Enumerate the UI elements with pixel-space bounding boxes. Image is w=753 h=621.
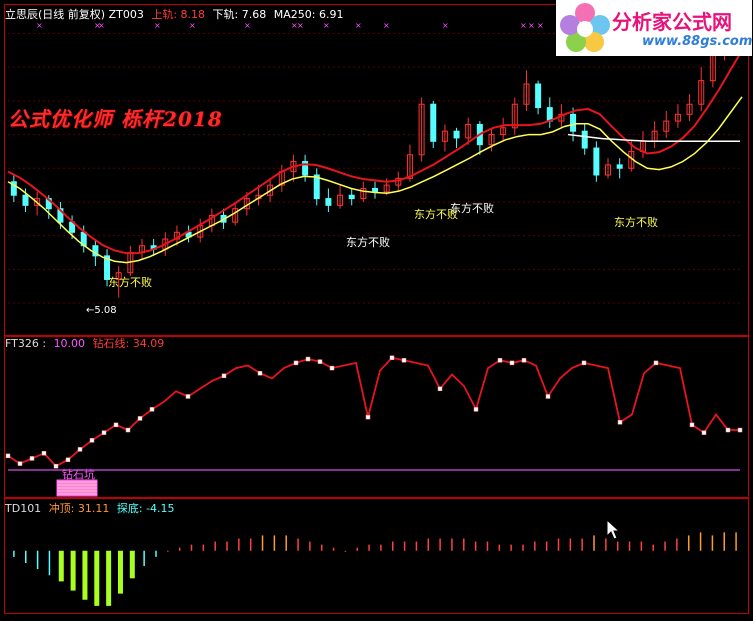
lower-band-label: 下轨: 7.68 xyxy=(212,8,267,21)
watermark-text: 公式优化师 栎杆2018 xyxy=(8,107,223,131)
td-top-label: 冲顶: 31.11 xyxy=(48,502,110,515)
site-logo: 分析家公式网 www.88gs.com xyxy=(556,0,752,56)
td-bottom-label: 探底: -4.15 xyxy=(116,502,175,515)
ft-value-label: 10.00 xyxy=(53,337,86,350)
flower-logo-icon xyxy=(560,3,610,52)
upper-band-label: 上轨: 8.18 xyxy=(151,8,206,21)
main-panel-header: 立思辰(日线 前复权) ZT003 上轨: 8.18 下轨: 7.68 MA25… xyxy=(5,8,347,22)
ft-panel-header: FT326 : 10.00 钻石线: 34.09 xyxy=(5,337,168,351)
logo-url: www.88gs.com xyxy=(642,34,753,49)
ft-title: FT326 : xyxy=(5,337,47,350)
logo-title: 分析家公式网 xyxy=(612,10,732,34)
ft-panel-frame xyxy=(4,336,749,498)
main-title: 立思辰(日线 前复权) ZT003 xyxy=(5,8,144,21)
td-title: TD101 xyxy=(5,502,42,515)
chart-stage: ××××××××××××××××东方不败东方不败东方不败东方不败东方不败←5.0… xyxy=(0,0,753,618)
td-panel-header: TD101 冲顶: 31.11 探底: -4.15 xyxy=(5,502,179,516)
diamond-line-label: 钻石线: 34.09 xyxy=(92,337,165,350)
ma250-label: MA250: 6.91 xyxy=(273,8,344,21)
